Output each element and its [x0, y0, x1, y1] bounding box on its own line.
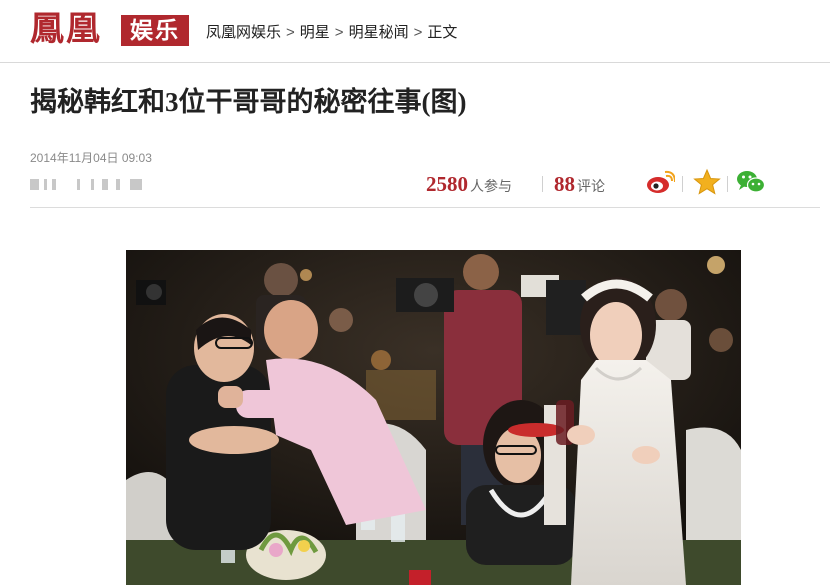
participants-count: 2580 — [426, 172, 468, 196]
publish-date: 2014年11月04日 09:03 — [30, 151, 152, 165]
breadcrumb-separator: > — [286, 24, 295, 41]
weibo-icon[interactable] — [645, 168, 675, 196]
breadcrumb-separator: > — [334, 24, 344, 41]
comments-stat[interactable]: 88 评论 — [554, 170, 605, 198]
share-divider — [682, 176, 683, 192]
participants-stat[interactable]: 2580 人参与 — [426, 170, 512, 198]
comments-label: 评论 — [577, 178, 605, 194]
meta-divider — [30, 207, 820, 208]
wechat-icon[interactable] — [736, 168, 766, 196]
comments-count: 88 — [554, 172, 575, 196]
breadcrumb-item-home[interactable]: 凤凰网娱乐 — [206, 24, 281, 41]
article-title: 揭秘韩红和3位干哥哥的秘密往事(图) — [30, 87, 467, 117]
channel-logo[interactable]: 娱乐 — [121, 15, 189, 46]
share-divider — [727, 176, 728, 192]
participants-label: 人参与 — [470, 178, 512, 194]
breadcrumb: 凤凰网娱乐 > 明星 > 明星秘闻 > 正文 — [206, 23, 457, 43]
breadcrumb-item-stars[interactable]: 明星 — [300, 24, 330, 41]
breadcrumb-item-secrets[interactable]: 明星秘闻 — [349, 24, 409, 41]
source-blurred — [30, 176, 145, 192]
breadcrumb-item-current: 正文 — [427, 24, 458, 41]
article-photo — [126, 250, 741, 585]
star-icon[interactable] — [692, 168, 722, 196]
header-divider — [0, 62, 830, 63]
site-header: 鳳凰 娱乐 凤凰网娱乐 > 明星 > 明星秘闻 > 正文 — [0, 0, 830, 62]
breadcrumb-separator: > — [413, 24, 423, 41]
stats-divider — [542, 176, 543, 192]
site-logo[interactable]: 鳳凰 — [30, 12, 102, 48]
